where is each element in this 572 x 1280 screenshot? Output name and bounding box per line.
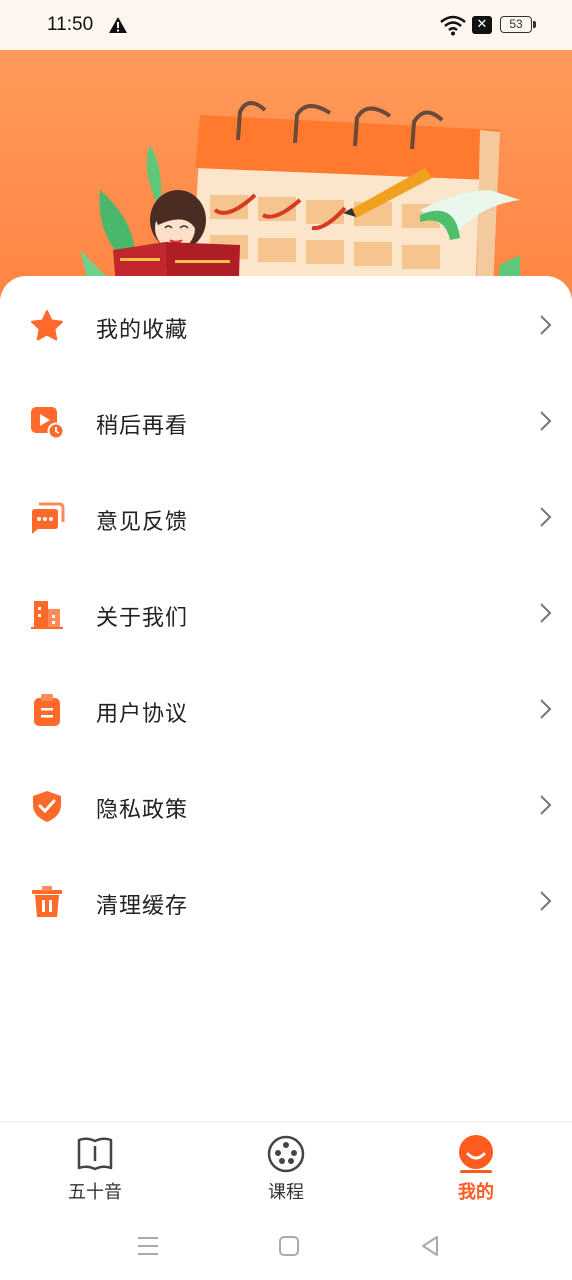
smile-face-icon	[459, 1135, 493, 1173]
star-icon	[31, 310, 63, 341]
chevron-right-icon	[540, 795, 552, 815]
menu-label: 关于我们	[96, 606, 189, 631]
book-icon	[77, 1137, 113, 1171]
home-icon[interactable]	[276, 1233, 302, 1259]
menu-item-user-agreement[interactable]: 用户协议	[0, 662, 572, 758]
tab-label: 五十音	[68, 1182, 122, 1203]
clipboard-icon	[34, 694, 60, 726]
building-icon	[31, 601, 63, 629]
chevron-right-icon	[540, 699, 552, 719]
feedback-icon	[32, 502, 65, 534]
chevron-right-icon	[540, 315, 552, 335]
wifi-icon	[440, 15, 466, 36]
menu-item-clear-cache[interactable]: 清理缓存	[0, 854, 572, 950]
shield-check-icon	[33, 791, 61, 822]
system-nav-bar	[0, 1213, 572, 1280]
trash-icon	[32, 886, 62, 917]
chevron-right-icon	[540, 411, 552, 431]
film-reel-icon	[267, 1135, 305, 1173]
menu-label: 隐私政策	[96, 798, 189, 823]
chevron-right-icon	[540, 603, 552, 623]
tab-mine[interactable]: 我的	[416, 1122, 536, 1214]
tab-fifty-sounds[interactable]: 五十音	[35, 1122, 155, 1214]
menu-label: 意见反馈	[96, 510, 189, 535]
status-time: 11:50	[47, 14, 94, 35]
calendar-illustration	[80, 101, 520, 310]
menu-label: 用户协议	[96, 702, 189, 727]
menu-label: 我的收藏	[96, 318, 189, 343]
warning-icon	[109, 17, 127, 33]
battery-icon: 53	[500, 16, 536, 33]
menu-label: 稍后再看	[96, 414, 189, 439]
menu-icon[interactable]	[135, 1233, 161, 1259]
menu-item-privacy-policy[interactable]: 隐私政策	[0, 758, 572, 854]
menu-item-feedback[interactable]: 意见反馈	[0, 470, 572, 566]
menu-item-watch-later[interactable]: 稍后再看	[0, 374, 572, 470]
hero-banner	[0, 50, 572, 310]
chevron-right-icon	[540, 891, 552, 911]
chevron-right-icon	[540, 507, 552, 527]
tab-label: 课程	[268, 1182, 304, 1203]
menu-label: 清理缓存	[96, 894, 189, 919]
back-icon[interactable]	[417, 1233, 443, 1259]
menu-item-about-us[interactable]: 关于我们	[0, 566, 572, 662]
tab-label: 我的	[458, 1182, 494, 1203]
bottom-nav: 五十音 课程 我的	[0, 1121, 572, 1214]
status-bar: 11:50 ✕ 53	[0, 0, 572, 50]
menu-item-favorites[interactable]: 我的收藏	[0, 278, 572, 374]
tab-courses[interactable]: 课程	[226, 1122, 346, 1214]
watch-later-icon	[31, 407, 65, 440]
menu-card: 我的收藏 稍后再看 意见反馈 关于我们 用户协议 隐私政策 清理缓存	[0, 276, 572, 1121]
no-sim-icon: ✕	[472, 16, 492, 34]
